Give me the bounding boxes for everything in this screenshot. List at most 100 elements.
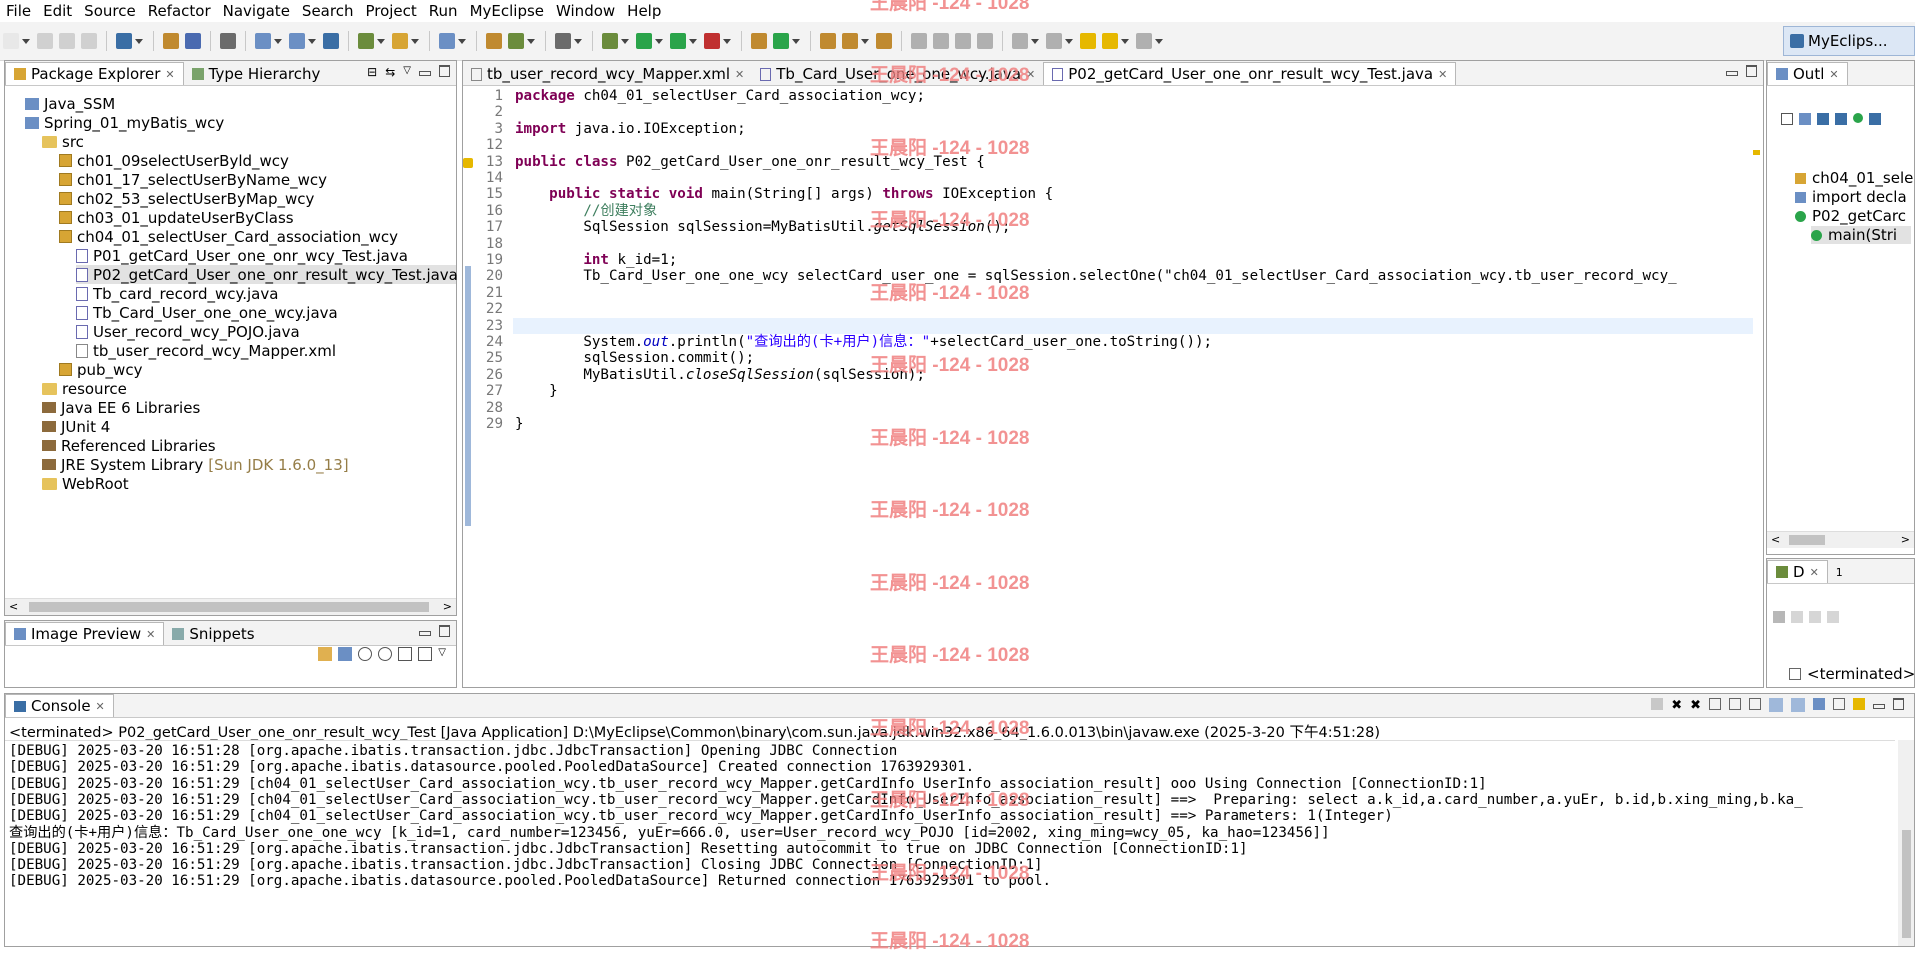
toggle-icon[interactable] [955, 33, 971, 49]
tab-overflow[interactable]: 1 [1828, 561, 1851, 583]
menu-item-search[interactable]: Search [296, 0, 360, 22]
outline-item[interactable]: main(Stri [1811, 226, 1911, 244]
dropdown-arrow-icon[interactable] [792, 38, 800, 44]
tab-console[interactable]: Console ✕ [5, 694, 114, 717]
dropdown-arrow-icon[interactable] [308, 38, 316, 44]
next-annotation-icon[interactable] [911, 33, 927, 49]
menu-item-window[interactable]: Window [550, 0, 621, 22]
dropdown-arrow-icon[interactable] [1031, 38, 1039, 44]
tab-type-hierarchy[interactable]: Type Hierarchy [184, 63, 329, 85]
new-xml-icon[interactable] [486, 33, 502, 49]
annotation-icon[interactable] [842, 33, 858, 49]
tree-item[interactable]: ch03_01_updateUserByClass [59, 208, 294, 227]
run-icon[interactable] [636, 33, 652, 49]
terminate-icon[interactable] [1651, 698, 1664, 710]
pin-console-icon[interactable] [1813, 698, 1825, 710]
refresh-icon[interactable] [773, 33, 789, 49]
deploy-icon[interactable] [255, 33, 271, 49]
outline-item[interactable]: import decla [1795, 188, 1907, 206]
print-icon[interactable] [81, 33, 97, 49]
menu-item-source[interactable]: Source [78, 0, 142, 22]
open-console-icon[interactable] [1853, 698, 1865, 710]
console-output[interactable]: [DEBUG] 2025-03-20 16:51:28 [org.apache.… [5, 740, 1895, 941]
tree-item[interactable]: ch02_53_selectUserByMap_wcy [59, 189, 314, 208]
horizontal-scrollbar[interactable]: < > [1767, 531, 1914, 548]
collapse-all-icon[interactable]: ⊟ [367, 65, 377, 79]
tree-item[interactable]: P02_getCard_User_one_onr_result_wcy_Test… [76, 265, 458, 284]
tree-item[interactable]: Tb_card_record_wcy.java [76, 284, 278, 303]
tree-item[interactable]: Referenced Libraries [42, 436, 216, 455]
outline-item[interactable]: ch04_01_sele [1795, 169, 1913, 187]
tree-item[interactable]: JRE System Library [Sun JDK 1.6.0_13] [42, 455, 349, 474]
tree-item[interactable]: Java_SSM [25, 94, 115, 113]
zoom-out-icon[interactable] [358, 647, 373, 661]
sort-icon[interactable] [1799, 113, 1811, 125]
hide-nonpublic-icon[interactable] [1853, 113, 1863, 123]
dropdown-arrow-icon[interactable] [274, 38, 282, 44]
remove-terminated-icon[interactable] [1773, 611, 1785, 623]
actual-size-icon[interactable] [398, 647, 413, 661]
search-icon[interactable] [751, 33, 767, 49]
debug-icon[interactable] [602, 33, 618, 49]
tree-item[interactable]: User_record_wcy_POJO.java [76, 322, 300, 341]
close-icon[interactable]: ✕ [1829, 68, 1838, 81]
dropdown-arrow-icon[interactable] [1155, 38, 1163, 44]
dropdown-arrow-icon[interactable] [574, 38, 582, 44]
fit-window-icon[interactable] [418, 647, 433, 661]
run-coverage-icon[interactable] [670, 33, 686, 49]
dropdown-arrow-icon[interactable] [621, 38, 629, 44]
tree-item[interactable]: src [42, 132, 84, 151]
tree-item[interactable]: pub_wcy [59, 360, 142, 379]
dropdown-arrow-icon[interactable] [411, 38, 419, 44]
dropdown-arrow-icon[interactable] [458, 38, 466, 44]
tree-item[interactable]: ch01_17_selectUserByName_wcy [59, 170, 327, 189]
scrollbar-thumb[interactable] [1902, 830, 1911, 938]
close-icon[interactable]: ✕ [1438, 68, 1447, 81]
dropdown-arrow-icon[interactable] [655, 38, 663, 44]
close-icon[interactable]: ✕ [1810, 566, 1819, 579]
collapse-all-icon[interactable] [1781, 113, 1793, 125]
dropdown-arrow-icon[interactable] [22, 38, 30, 44]
menu-item-navigate[interactable]: Navigate [217, 0, 296, 22]
minimize-icon[interactable] [419, 71, 431, 76]
resume-icon[interactable] [1791, 611, 1803, 623]
save-icon[interactable] [37, 33, 53, 49]
tree-item[interactable]: ch01_09selectUserByld_wcy [59, 151, 289, 170]
remove-all-terminated-icon[interactable]: ✖ [1690, 698, 1701, 713]
open-perspective-icon[interactable] [555, 33, 571, 49]
hide-static-icon[interactable] [1835, 113, 1847, 125]
tab-image-preview[interactable]: Image Preview ✕ [5, 622, 165, 645]
external-tools-icon[interactable] [704, 33, 720, 49]
vertical-scrollbar[interactable] [1898, 740, 1914, 946]
open-resource-icon[interactable] [185, 33, 201, 49]
tree-item[interactable]: JUnit 4 [42, 417, 110, 436]
clear-console-icon[interactable] [1709, 698, 1721, 710]
tab-package-explorer[interactable]: Package Explorer ✕ [5, 62, 184, 85]
suspend-icon[interactable] [1809, 611, 1821, 623]
editor-tab[interactable]: tb_user_record_wcy_Mapper.xml ✕ [463, 63, 752, 85]
globe-icon[interactable] [323, 33, 339, 49]
close-icon[interactable]: ✕ [146, 628, 155, 641]
close-icon[interactable]: ✕ [165, 68, 174, 81]
scroll-left-icon[interactable]: < [9, 600, 18, 613]
refresh-icon[interactable] [318, 647, 333, 661]
tree-item[interactable]: tb_user_record_wcy_Mapper.xml [76, 341, 336, 360]
maximize-icon[interactable] [439, 625, 450, 637]
scroll-right-icon[interactable]: > [1901, 533, 1910, 546]
dropdown-arrow-icon[interactable] [689, 38, 697, 44]
tree-item[interactable]: Java EE 6 Libraries [42, 398, 200, 417]
tree-item[interactable]: resource [42, 379, 127, 398]
scroll-lock-icon[interactable] [1729, 698, 1741, 710]
minimize-icon[interactable] [419, 631, 431, 636]
link-with-editor-icon[interactable]: ⇆ [385, 65, 395, 79]
last-edit-icon[interactable] [1080, 33, 1096, 49]
dropdown-arrow-icon[interactable] [1065, 38, 1073, 44]
forward-icon[interactable] [1136, 33, 1152, 49]
server-icon[interactable] [220, 33, 236, 49]
new-project-icon[interactable] [358, 33, 374, 49]
prev-annotation-icon[interactable] [933, 33, 949, 49]
menu-item-edit[interactable]: Edit [37, 0, 78, 22]
maximize-icon[interactable] [439, 65, 450, 77]
menu-item-run[interactable]: Run [423, 0, 464, 22]
dropdown-arrow-icon[interactable] [135, 38, 143, 44]
